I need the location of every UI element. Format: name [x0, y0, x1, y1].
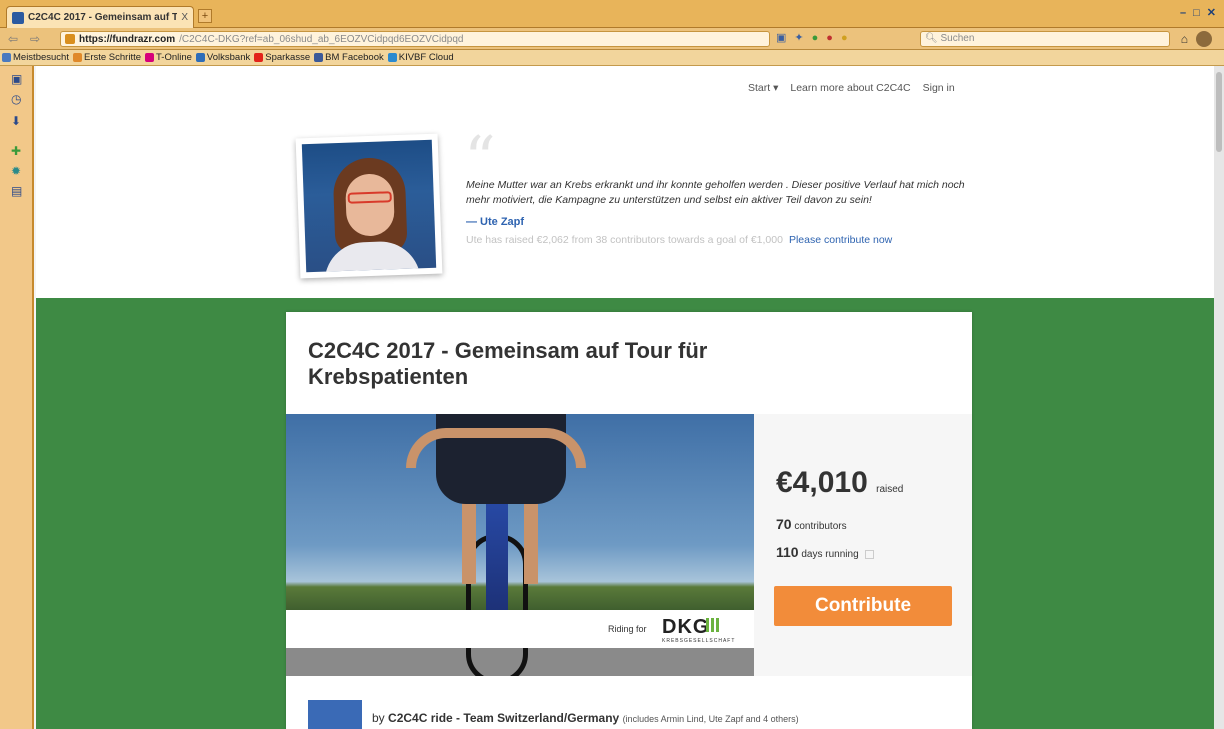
browser-titlebar: C2C4C 2017 - Gemeinsam auf Tour fü X + –…	[0, 0, 1224, 28]
reader-icon[interactable]: ▣	[776, 31, 786, 44]
days-stat: 110 days running	[776, 544, 875, 560]
profile-icon[interactable]	[1196, 31, 1212, 47]
bookmark-item[interactable]: Meistbesucht	[2, 52, 69, 63]
campaign-image: Riding for DKG KREBSGESELLSCHAFT	[286, 414, 754, 676]
minimize-icon[interactable]: –	[1180, 7, 1186, 19]
bookmark-icon	[2, 53, 11, 62]
dkg-logo-subtitle: KREBSGESELLSCHAFT	[662, 638, 736, 644]
bookmark-icon	[314, 53, 324, 62]
amount-value: €4,010	[776, 466, 868, 499]
bookmark-item[interactable]: Volksbank	[195, 52, 250, 63]
url-bar[interactable]: https://fundrazr.com /C2C4C-DKG?ref=ab_0…	[60, 31, 770, 47]
campaign-owner: by C2C4C ride - Team Switzerland/Germany…	[308, 700, 799, 729]
browser-sidebar: ▣ ◷ ⬇ ✚ ✹ ▤	[0, 66, 34, 729]
document-icon[interactable]: ▤	[11, 184, 22, 198]
bookmark-item[interactable]: KIVBF Cloud	[387, 52, 454, 63]
bookmark-icon	[72, 53, 82, 62]
owner-line: by C2C4C ride - Team Switzerland/Germany…	[372, 711, 799, 725]
new-tab-button[interactable]: +	[198, 9, 212, 23]
contributors-stat: 70 contributors	[776, 516, 847, 532]
forward-arrow-icon[interactable]: ⇨	[30, 32, 40, 46]
back-arrow-icon[interactable]: ⇦	[8, 32, 18, 46]
close-window-icon[interactable]: ✕	[1207, 6, 1216, 19]
supporter-raised: Ute has raised €2,062 from 38 contributo…	[466, 234, 892, 246]
supporter-photo	[295, 133, 443, 279]
tab-favicon-icon	[12, 11, 24, 24]
nav-learn-more[interactable]: Learn more about C2C4C	[790, 82, 910, 94]
riding-for-label: Riding for	[608, 624, 647, 634]
browser-navbar: ⇦ ⇨ https://fundrazr.com /C2C4C-DKG?ref=…	[0, 28, 1224, 50]
site-nav: Start ▾ Learn more about C2C4C Sign in	[748, 82, 955, 94]
site-identity-icon[interactable]	[65, 34, 75, 44]
bookmarks-toolbar: Meistbesucht Erste Schritte T-Online Vol…	[0, 50, 1224, 66]
supporter-raised-text: Ute has raised €2,062 from 38 contributo…	[466, 234, 783, 246]
team-logo[interactable]	[308, 700, 362, 729]
team-members: (includes Armin Lind, Ute Zapf and 4 oth…	[622, 714, 799, 724]
bookmark-item[interactable]: BM Facebook	[314, 52, 384, 63]
nav-sign-in[interactable]: Sign in	[923, 82, 955, 94]
contributors-count: 70	[776, 516, 792, 532]
toolbar-icons: ▣ ✦ ● ● ●	[776, 31, 848, 45]
tab-close-icon[interactable]: X	[181, 12, 188, 23]
team-name-link[interactable]: C2C4C ride - Team Switzerland/Germany	[388, 711, 619, 725]
bookmark-icon	[145, 53, 155, 62]
addon-icon[interactable]: ✦	[794, 31, 803, 44]
days-count: 110	[776, 544, 799, 560]
addons-icon[interactable]: ✚	[11, 144, 21, 158]
tab-title: C2C4C 2017 - Gemeinsam auf Tour fü	[28, 12, 178, 23]
campaign-title: C2C4C 2017 - Gemeinsam auf Tour für Kreb…	[308, 338, 708, 389]
page-viewport: Start ▾ Learn more about C2C4C Sign in “…	[36, 66, 1214, 729]
search-input[interactable]: 🔍︎ Suchen	[920, 31, 1170, 47]
contribute-now-link[interactable]: Please contribute now	[789, 234, 892, 246]
bookmarks-sidebar-icon[interactable]: ▣	[11, 72, 22, 86]
bookmark-item[interactable]: Erste Schritte	[72, 52, 141, 63]
red-addon-icon[interactable]: ●	[826, 32, 833, 44]
home-icon[interactable]: ⌂	[1181, 32, 1188, 46]
calendar-icon	[865, 549, 875, 559]
url-path: /C2C4C-DKG?ref=ab_06shud_ab_6EOZVCidpqd6…	[179, 33, 464, 45]
url-host: https://fundrazr.com	[79, 33, 176, 45]
bookmark-icon	[254, 53, 264, 62]
dkg-logo-mark-icon	[706, 618, 720, 632]
dkg-logo: DKG	[662, 616, 710, 638]
contributors-label: contributors	[794, 521, 847, 532]
bookmark-icon	[195, 53, 205, 62]
bookmark-item[interactable]: Sparkasse	[254, 52, 310, 63]
campaign-card: C2C4C 2017 - Gemeinsam auf Tour für Kreb…	[286, 312, 972, 729]
page-scrollbar[interactable]	[1214, 66, 1224, 729]
bookmark-icon	[387, 53, 397, 62]
settings-icon[interactable]: ✹	[11, 164, 21, 178]
testimonial-text: Meine Mutter war an Krebs erkrankt und i…	[466, 179, 965, 206]
search-icon: 🔍︎	[925, 33, 938, 44]
days-label: days running	[801, 549, 859, 560]
nav-start[interactable]: Start ▾	[748, 82, 778, 94]
browser-tab[interactable]: C2C4C 2017 - Gemeinsam auf Tour fü X	[6, 6, 194, 28]
by-prefix: by	[372, 711, 385, 725]
yellow-addon-icon[interactable]: ●	[841, 32, 848, 44]
contribute-button[interactable]: Contribute	[774, 586, 952, 626]
search-placeholder: Suchen	[940, 33, 975, 44]
scrollbar-thumb[interactable]	[1216, 72, 1222, 152]
maximize-icon[interactable]: □	[1193, 7, 1200, 19]
bookmark-item[interactable]: T-Online	[145, 52, 192, 63]
amount-label: raised	[876, 484, 904, 495]
downloads-icon[interactable]: ⬇	[11, 114, 21, 128]
campaign-stats: €4,010 raised 70 contributors 110 days r…	[754, 414, 972, 676]
amount-raised: €4,010 raised	[776, 466, 903, 500]
history-icon[interactable]: ◷	[11, 92, 21, 106]
window-controls: – □ ✕	[1180, 6, 1216, 20]
green-addon-icon[interactable]: ●	[812, 32, 819, 44]
testimonial-author[interactable]: — Ute Zapf	[466, 216, 524, 228]
